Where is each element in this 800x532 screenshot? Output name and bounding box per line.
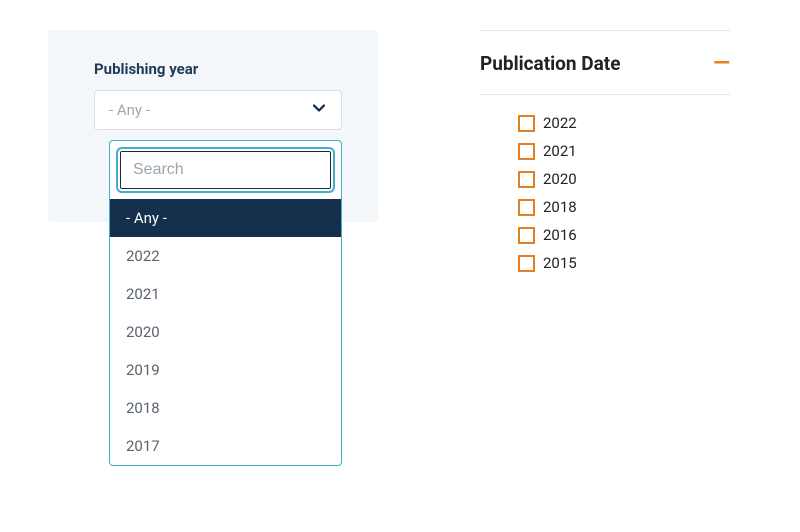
minus-icon: —: [713, 51, 730, 76]
checkbox-label: 2016: [543, 226, 577, 244]
checkbox-label: 2020: [543, 170, 577, 188]
checkbox-item[interactable]: 2022: [518, 109, 730, 137]
dropdown-search-input[interactable]: [120, 151, 331, 189]
dropdown-option[interactable]: 2021: [110, 275, 341, 313]
checkbox-item[interactable]: 2021: [518, 137, 730, 165]
publishing-year-dropdown: - Any -202220212020201920182017: [109, 140, 342, 466]
dropdown-option[interactable]: - Any -: [110, 199, 341, 237]
checkbox-label: 2018: [543, 198, 577, 216]
checkbox-label: 2015: [543, 254, 577, 272]
dropdown-option[interactable]: 2020: [110, 313, 341, 351]
chevron-down-icon: [311, 100, 327, 120]
dropdown-option[interactable]: 2017: [110, 427, 341, 465]
panel-content: Publishing year - Any - - Any -202220212…: [48, 30, 378, 466]
checkbox-item[interactable]: 2016: [518, 221, 730, 249]
publication-date-facet: Publication Date — 202220212020201820162…: [480, 30, 730, 277]
checkbox-item[interactable]: 2018: [518, 193, 730, 221]
checkbox[interactable]: [518, 227, 535, 244]
checkbox-item[interactable]: 2015: [518, 249, 730, 277]
publishing-year-select[interactable]: - Any -: [94, 90, 342, 130]
checkbox-label: 2021: [543, 142, 577, 160]
checkbox-label: 2022: [543, 114, 577, 132]
dropdown-option[interactable]: 2018: [110, 389, 341, 427]
publishing-year-filter: Publishing year - Any - - Any -202220212…: [48, 30, 378, 466]
search-wrap: [110, 151, 341, 199]
select-value: - Any -: [109, 101, 150, 119]
facet-title: Publication Date: [480, 52, 620, 75]
dropdown-option[interactable]: 2019: [110, 351, 341, 389]
checkbox[interactable]: [518, 115, 535, 132]
checkbox[interactable]: [518, 143, 535, 160]
checkbox-item[interactable]: 2020: [518, 165, 730, 193]
field-label: Publishing year: [94, 60, 342, 78]
facet-toggle[interactable]: Publication Date —: [480, 31, 730, 94]
checkbox[interactable]: [518, 199, 535, 216]
checkbox[interactable]: [518, 171, 535, 188]
checkbox-list: 2022 2021 2020 2018 2016 2015: [480, 95, 730, 277]
checkbox[interactable]: [518, 255, 535, 272]
option-list: - Any -202220212020201920182017: [110, 199, 341, 465]
dropdown-option[interactable]: 2022: [110, 237, 341, 275]
